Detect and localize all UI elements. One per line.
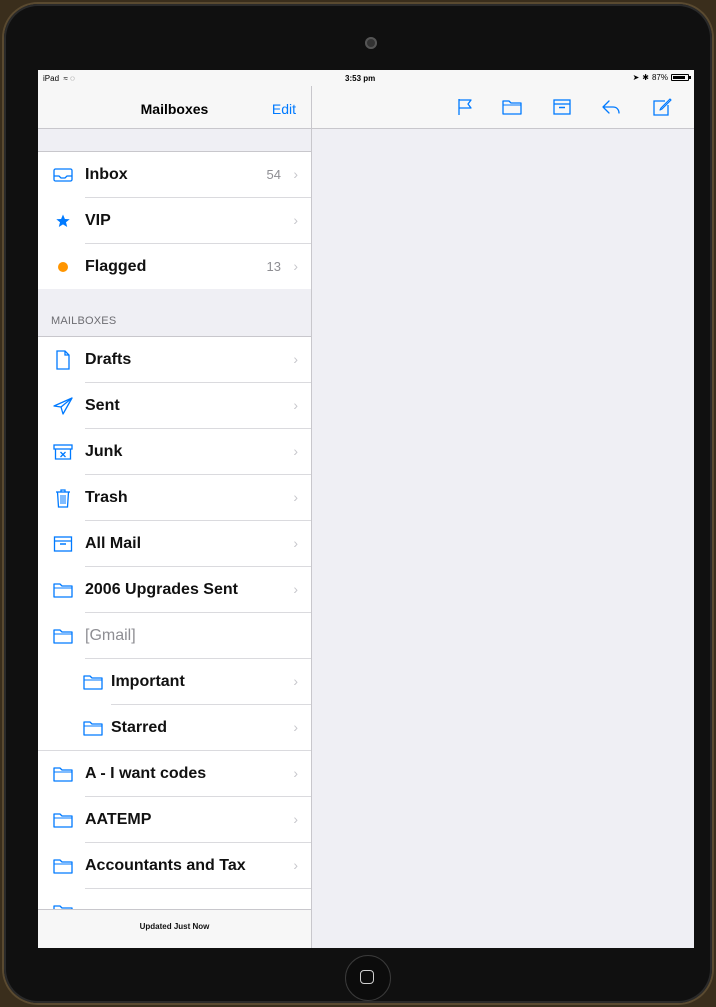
chevron-right-icon: › (293, 489, 298, 505)
chevron-right-icon: › (293, 258, 298, 274)
screen: Mailboxes Edit Inbox 54 › VIP › Flagged … (38, 70, 694, 948)
mailbox-label: A - I want codes (85, 765, 207, 782)
mailbox-label: Accountants and Tax (85, 857, 246, 874)
folder-icon[interactable] (502, 98, 522, 116)
sent-icon (53, 396, 73, 416)
edit-button[interactable]: Edit (272, 101, 296, 117)
trash-icon (53, 488, 73, 508)
status-right: ➤ ✱ 87% (632, 73, 691, 82)
battery-icon (671, 74, 691, 81)
mailbox-label: Flagged (85, 258, 147, 275)
message-toolbar (312, 86, 694, 129)
chevron-right-icon: › (293, 719, 298, 735)
inbox-icon (53, 165, 73, 185)
mailbox-label: All Mail (85, 535, 142, 552)
mailbox-row-drafts[interactable]: Drafts › (38, 337, 311, 383)
chevron-right-icon: › (293, 765, 298, 781)
mailbox-row-starred[interactable]: Starred › (38, 705, 311, 751)
mailbox-row-inbox[interactable]: Inbox 54 › (38, 152, 311, 198)
battery-level (673, 76, 686, 79)
status-time: 3:53 pm (345, 74, 376, 83)
page-title: Mailboxes (140, 101, 209, 117)
battery-tip (689, 76, 691, 79)
mailbox-row-vip[interactable]: VIP › (38, 198, 311, 244)
wifi-icon: ≈ ◌ (61, 74, 75, 83)
camera (365, 37, 377, 49)
junk-icon (53, 442, 73, 462)
flag-dot-icon (53, 257, 73, 277)
device-label: iPad (43, 74, 60, 83)
chevron-right-icon: › (293, 397, 298, 413)
mailbox-row-all-mail[interactable]: All Mail › (38, 521, 311, 567)
mailboxes-pane: Mailboxes Edit Inbox 54 › VIP › Flagged … (38, 70, 312, 948)
mailboxes-navbar: Mailboxes Edit (38, 86, 311, 129)
mailbox-label: Junk (85, 443, 123, 460)
section-header-label: MAILBOXES (51, 315, 117, 327)
status-bar: iPad ≈ ◌ 3:53 pm ➤ ✱ 87% (38, 70, 694, 86)
folder-icon (53, 580, 73, 600)
folder-icon (53, 856, 73, 876)
mailbox-row-gmail[interactable]: [Gmail] (38, 613, 311, 659)
mailbox-row-2006-upgrades-sent[interactable]: 2006 Upgrades Sent › (38, 567, 311, 613)
flagged-count: 13 (266, 259, 281, 274)
chevron-right-icon: › (293, 166, 298, 182)
mailboxes-toolbar: Updated Just Now (38, 909, 311, 948)
mailbox-label: Starred (111, 719, 168, 736)
mailbox-label: Drafts (85, 351, 132, 368)
mailbox-row-sent[interactable]: Sent › (38, 383, 311, 429)
home-button[interactable] (345, 955, 391, 1001)
archive-icon (53, 534, 73, 554)
mailbox-label: Important (111, 673, 185, 690)
compose-icon[interactable] (652, 98, 672, 116)
home-square-icon (360, 970, 374, 984)
mailbox-row-trash[interactable]: Trash › (38, 475, 311, 521)
mailbox-row-flagged[interactable]: Flagged 13 › (38, 244, 311, 290)
chevron-right-icon: › (293, 351, 298, 367)
mailboxes-section-header: MAILBOXES (38, 289, 311, 337)
mailbox-label: Trash (85, 489, 128, 506)
mailbox-row-junk[interactable]: Junk › (38, 429, 311, 475)
folder-icon (53, 810, 73, 830)
section-spacer (38, 129, 311, 152)
folder-icon (53, 764, 73, 784)
update-status: Updated Just Now (139, 922, 210, 931)
device-status: iPad ≈ ◌ (43, 74, 75, 83)
mailbox-label: VIP (85, 212, 111, 229)
folder-icon (83, 718, 103, 738)
archive-icon[interactable] (552, 98, 572, 116)
reply-icon[interactable] (601, 98, 621, 116)
chevron-right-icon: › (293, 811, 298, 827)
mailbox-label: AATEMP (85, 811, 152, 828)
mailbox-row-accountants-and-tax[interactable]: Accountants and Tax › (38, 843, 311, 889)
unread-count: 54 (266, 167, 281, 182)
star-icon (53, 211, 73, 231)
battery-percent: 87% (651, 73, 668, 82)
folder-icon (53, 626, 73, 646)
chevron-right-icon: › (293, 535, 298, 551)
mailbox-label: 2006 Upgrades Sent (85, 581, 238, 598)
chevron-right-icon: › (293, 673, 298, 689)
folder-icon (83, 672, 103, 692)
mailbox-label: Sent (85, 397, 120, 414)
chevron-right-icon: › (293, 443, 298, 459)
drafts-icon (53, 350, 73, 370)
chevron-right-icon: › (293, 581, 298, 597)
mailbox-row-important[interactable]: Important › (38, 659, 311, 705)
chevron-right-icon: › (293, 857, 298, 873)
chevron-right-icon: › (293, 212, 298, 228)
mailbox-label: Inbox (85, 166, 128, 183)
bluetooth-icon: ✱ (642, 73, 649, 82)
mailbox-label: [Gmail] (85, 627, 136, 644)
location-icon: ➤ (632, 73, 640, 82)
mailbox-row-a-i-want-codes[interactable]: A - I want codes › (38, 751, 311, 797)
top-mailboxes-list: Inbox 54 › VIP › Flagged 13 › (38, 152, 311, 290)
flag-icon[interactable] (455, 98, 475, 116)
mailboxes-list: Drafts › Sent › Junk › Trash › All Mail … (38, 337, 311, 935)
mailbox-row-aatemp[interactable]: AATEMP › (38, 797, 311, 843)
message-pane (312, 70, 694, 948)
